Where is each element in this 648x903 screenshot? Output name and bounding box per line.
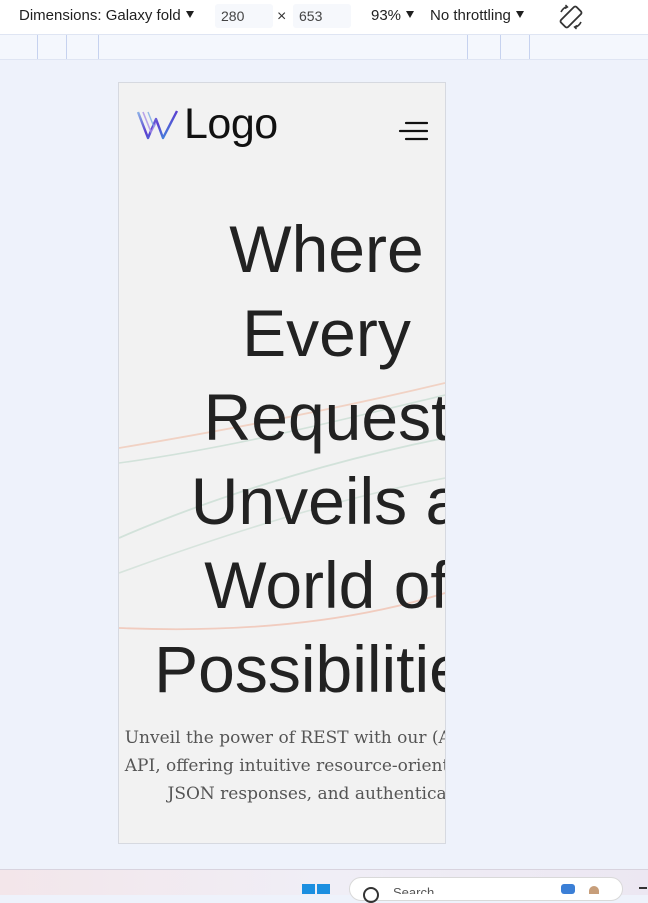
- site-logo[interactable]: Logo: [137, 103, 278, 146]
- logo-text: Logo: [184, 100, 278, 148]
- throttling-dropdown[interactable]: No throttling: [430, 7, 524, 24]
- profile-avatar[interactable]: [589, 886, 599, 894]
- dimensions-dropdown[interactable]: Dimensions: Galaxy fold: [19, 7, 194, 24]
- search-icon: [363, 887, 379, 903]
- device-viewport: Logo Where Every Request Unveils a World…: [119, 83, 445, 843]
- throttling-label: No throttling: [430, 7, 511, 24]
- height-input[interactable]: 653: [293, 4, 351, 28]
- width-input[interactable]: 280: [215, 4, 273, 28]
- zoom-dropdown[interactable]: 93%: [371, 7, 415, 24]
- zoom-caret-icon: [406, 10, 415, 18]
- hero-title: Where Every Request Unveils a World of P…: [154, 212, 445, 706]
- device-toolbar: Dimensions: Galaxy fold 280 × 653 93% No…: [0, 0, 648, 34]
- media-query-ruler[interactable]: [0, 34, 648, 60]
- windows-start-icon[interactable]: [302, 884, 330, 894]
- times-symbol: ×: [277, 8, 287, 25]
- hero-subtitle: Unveil the power of REST with our (API n…: [124, 728, 445, 804]
- zoom-label: 93%: [371, 7, 402, 24]
- rotate-icon[interactable]: [557, 3, 585, 31]
- taskbar-search-box[interactable]: [349, 877, 623, 901]
- dimensions-caret-icon: [185, 10, 194, 18]
- throttling-caret-icon: [515, 10, 524, 18]
- logo-mark-icon: [137, 109, 179, 139]
- copilot-icon[interactable]: [561, 884, 575, 894]
- dimensions-label: Dimensions: Galaxy fold: [19, 7, 181, 24]
- taskbar-overflow-icon[interactable]: [639, 887, 647, 889]
- hamburger-icon[interactable]: [398, 120, 428, 142]
